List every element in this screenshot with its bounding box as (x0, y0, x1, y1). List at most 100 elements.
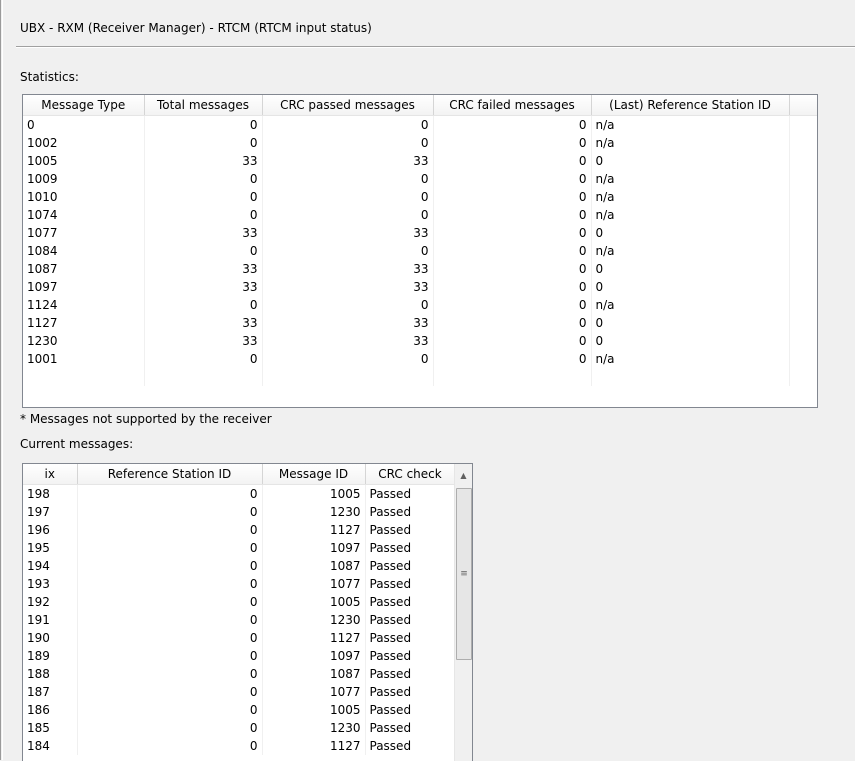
cell-crc-passed: 0 (262, 115, 434, 134)
cell-message-type: 1084 (23, 242, 145, 260)
cell-message-type: 1127 (23, 314, 145, 332)
window-left-highlight (2, 0, 3, 760)
col-header-crc-failed[interactable]: CRC failed messages (433, 95, 592, 116)
table-row[interactable]: 187 0 1077 Passed (23, 683, 456, 701)
table-row[interactable]: 1010 0 0 0 n/a (23, 188, 817, 206)
cell-total-messages: 0 (144, 206, 263, 224)
cell-crc-failed: 0 (433, 224, 592, 242)
table-row[interactable]: 184 0 1127 Passed (23, 737, 456, 755)
cell-crc-passed: 0 (262, 242, 434, 260)
table-row[interactable]: 1097 33 33 0 0 (23, 278, 817, 296)
table-row[interactable]: 194 0 1087 Passed (23, 557, 456, 575)
cell-total-messages: 33 (144, 314, 263, 332)
table-row[interactable]: 1005 33 33 0 0 (23, 152, 817, 170)
cell-total-messages: 33 (144, 224, 263, 242)
cell-ix: 188 (23, 665, 78, 683)
table-row[interactable]: 1230 33 33 0 0 (23, 332, 817, 350)
cell-crc-check: Passed (365, 629, 456, 647)
cell-filler (789, 314, 817, 332)
cell-crc-passed: 33 (262, 224, 434, 242)
cell-total-messages: 0 (144, 115, 263, 134)
table-row[interactable]: 1127 33 33 0 0 (23, 314, 817, 332)
table-row[interactable]: 196 0 1127 Passed (23, 521, 456, 539)
table-row[interactable]: 1002 0 0 0 n/a (23, 134, 817, 152)
cell-ix: 198 (23, 484, 78, 503)
table-row[interactable]: 185 0 1230 Passed (23, 719, 456, 737)
cell-crc-check: Passed (365, 557, 456, 575)
cell-reference-station-id: 0 (77, 719, 263, 737)
cell-filler (789, 332, 817, 350)
table-row[interactable]: 190 0 1127 Passed (23, 629, 456, 647)
table-row[interactable]: 195 0 1097 Passed (23, 539, 456, 557)
table-row[interactable]: 193 0 1077 Passed (23, 575, 456, 593)
cell-reference-station-id: 0 (591, 332, 790, 350)
cell-reference-station-id: n/a (591, 296, 790, 314)
cell-total-messages: 0 (144, 242, 263, 260)
cell-message-type: 0 (23, 115, 145, 134)
cell-ix: 187 (23, 683, 78, 701)
table-row[interactable]: 197 0 1230 Passed (23, 503, 456, 521)
table-row[interactable]: 1077 33 33 0 0 (23, 224, 817, 242)
statistics-header-row: Message Type Total messages CRC passed m… (23, 95, 817, 116)
table-row[interactable]: 1084 0 0 0 n/a (23, 242, 817, 260)
current-header-row: ix Reference Station ID Message ID CRC c… (23, 464, 456, 485)
cell-message-id: 1230 (262, 503, 366, 521)
scroll-up-arrow-icon[interactable]: ▲ (455, 464, 472, 486)
cell-filler (789, 260, 817, 278)
cell-reference-station-id: 0 (591, 314, 790, 332)
cell-crc-failed: 0 (433, 242, 592, 260)
cell-reference-station-id: 0 (77, 665, 263, 683)
table-row[interactable]: 189 0 1097 Passed (23, 647, 456, 665)
cell-message-type: 1087 (23, 260, 145, 278)
table-row[interactable]: 188 0 1087 Passed (23, 665, 456, 683)
cell-message-type: 1124 (23, 296, 145, 314)
cell-filler (789, 134, 817, 152)
table-row[interactable]: 192 0 1005 Passed (23, 593, 456, 611)
cell-filler (789, 350, 817, 368)
cell-reference-station-id: 0 (77, 521, 263, 539)
cell-total-messages: 0 (144, 350, 263, 368)
cell-reference-station-id: 0 (77, 611, 263, 629)
cell-message-id: 1087 (262, 557, 366, 575)
col-header-message-type[interactable]: Message Type (23, 95, 145, 116)
col-header-crc-passed[interactable]: CRC passed messages (262, 95, 434, 116)
cell-crc-failed: 0 (433, 134, 592, 152)
vertical-scrollbar[interactable]: ▲ ≡ (454, 464, 472, 761)
col-header-crc-check[interactable]: CRC check (365, 464, 456, 485)
cell-ix: 192 (23, 593, 78, 611)
col-header-reference-station-id[interactable]: Reference Station ID (77, 464, 263, 485)
cell-filler (789, 278, 817, 296)
table-row[interactable]: 1074 0 0 0 n/a (23, 206, 817, 224)
table-row[interactable]: 1009 0 0 0 n/a (23, 170, 817, 188)
table-row[interactable]: 191 0 1230 Passed (23, 611, 456, 629)
cell-crc-passed: 0 (262, 134, 434, 152)
col-header-message-id[interactable]: Message ID (262, 464, 366, 485)
cell-reference-station-id: n/a (591, 170, 790, 188)
current-messages-table[interactable]: ix Reference Station ID Message ID CRC c… (22, 463, 473, 761)
cell-reference-station-id: 0 (591, 260, 790, 278)
cell-message-id: 1230 (262, 611, 366, 629)
table-row[interactable]: 1124 0 0 0 n/a (23, 296, 817, 314)
cell-message-type: 1077 (23, 224, 145, 242)
cell-ix: 195 (23, 539, 78, 557)
table-row[interactable]: 1001 0 0 0 n/a (23, 350, 817, 368)
cell-message-type: 1005 (23, 152, 145, 170)
table-row[interactable]: 198 0 1005 Passed (23, 484, 456, 503)
col-header-ix[interactable]: ix (23, 464, 78, 485)
cell-ix: 193 (23, 575, 78, 593)
table-row[interactable]: 1087 33 33 0 0 (23, 260, 817, 278)
table-row[interactable]: 0 0 0 0 n/a (23, 115, 817, 134)
col-header-reference-station-id[interactable]: (Last) Reference Station ID (591, 95, 790, 116)
statistics-label: Statistics: (20, 70, 79, 84)
cell-reference-station-id: n/a (591, 242, 790, 260)
col-header-total-messages[interactable]: Total messages (144, 95, 263, 116)
table-row[interactable]: 186 0 1005 Passed (23, 701, 456, 719)
statistics-table[interactable]: Message Type Total messages CRC passed m… (22, 94, 818, 408)
scrollbar-thumb[interactable]: ≡ (456, 488, 472, 660)
cell-crc-failed: 0 (433, 296, 592, 314)
cell-reference-station-id: 0 (591, 224, 790, 242)
cell-filler (789, 242, 817, 260)
cell-crc-passed: 0 (262, 170, 434, 188)
cell-message-type: 1010 (23, 188, 145, 206)
cell-crc-failed: 0 (433, 152, 592, 170)
